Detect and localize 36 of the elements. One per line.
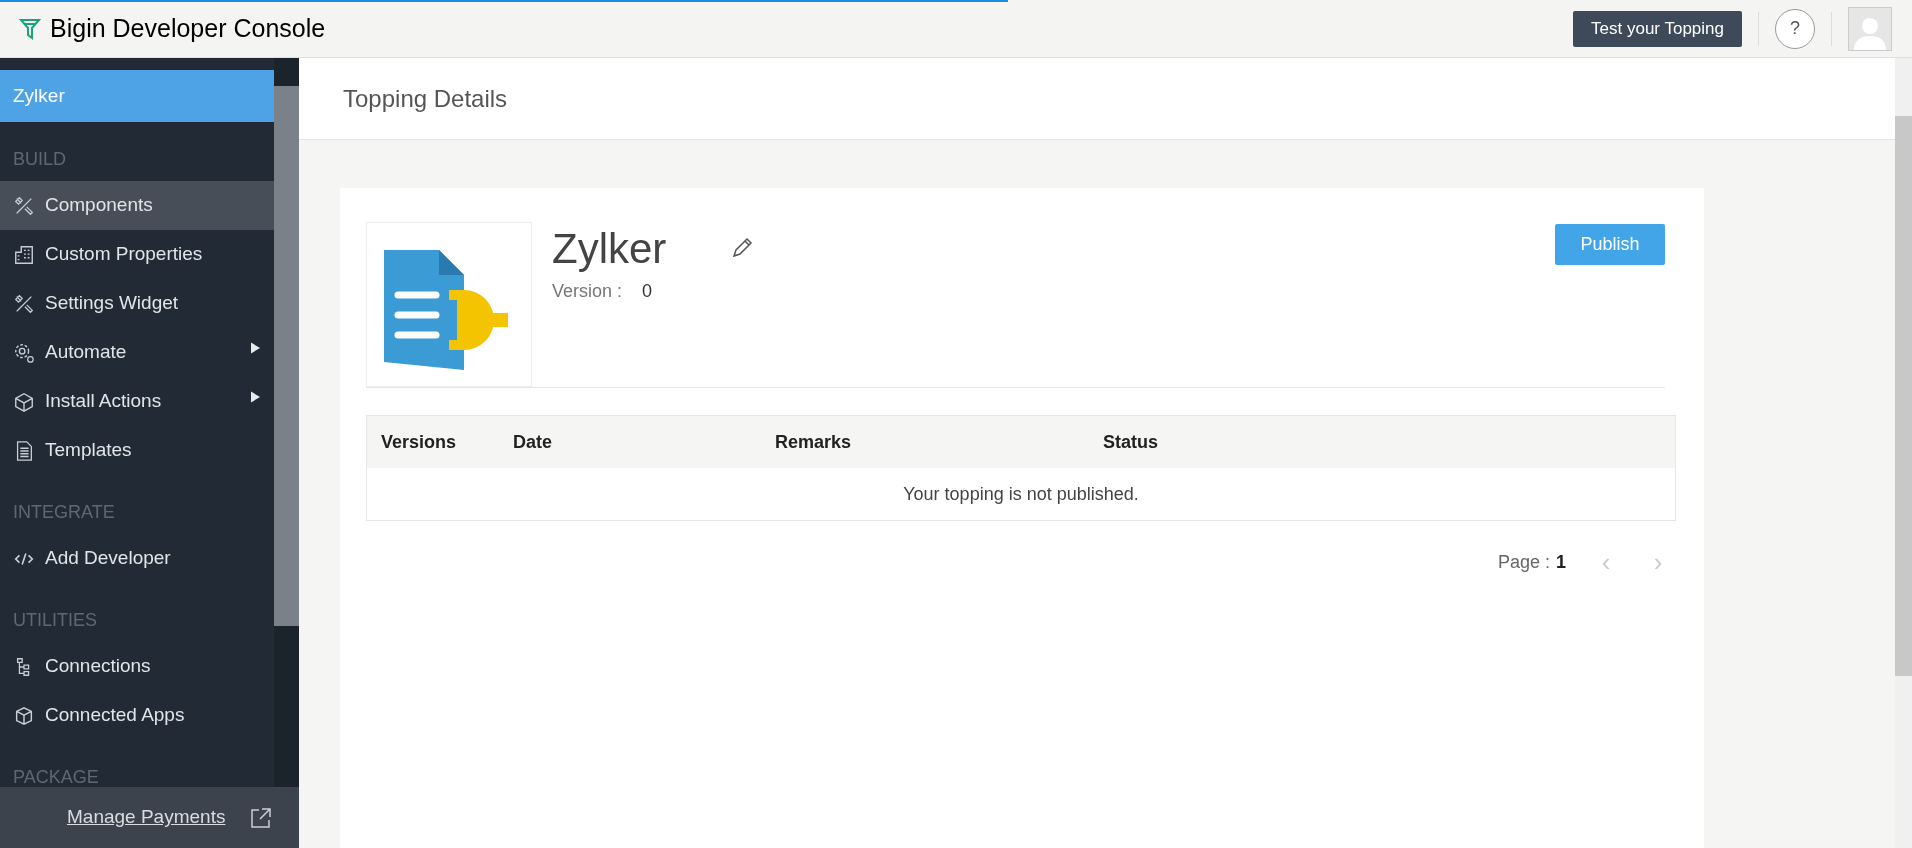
page-number: 1 (1556, 551, 1566, 574)
column-header: Remarks (774, 430, 853, 454)
gears-icon (13, 341, 35, 364)
sidebar-item[interactable]: Templates (0, 426, 274, 475)
empty-message: Your topping is not published. (903, 482, 1139, 506)
sidebar-item[interactable]: Automate (0, 328, 274, 377)
edit-icon[interactable] (730, 236, 754, 260)
sidebar-item[interactable]: Settings Widget (0, 279, 274, 328)
sidebar-item[interactable]: Components (0, 181, 274, 230)
page-scrollbar[interactable] (1895, 58, 1912, 848)
column-header: Status (1102, 430, 1159, 454)
sidebar-item[interactable]: Custom Properties (0, 230, 274, 279)
sidebar-item[interactable]: Connections (0, 642, 274, 691)
page-label: Page : (1497, 551, 1550, 574)
sidebar-item[interactable]: Add Developer (0, 534, 274, 583)
section-heading: PACKAGE (12, 766, 100, 787)
scrollbar[interactable] (274, 58, 299, 787)
box-icon (13, 390, 35, 413)
test-topping-button[interactable]: Test your Topping (1573, 10, 1742, 47)
column-header: Date (512, 430, 553, 454)
logo-icon (18, 16, 42, 41)
version-label: Version : (552, 280, 623, 303)
sidebar-item[interactable]: Install Actions (0, 377, 274, 426)
section-heading: BUILD (12, 148, 67, 171)
building-icon (13, 243, 35, 266)
version-value: 0 (642, 280, 653, 303)
app-title: Bigin Developer Console (50, 12, 326, 44)
section-heading: UTILITIES (12, 609, 98, 632)
topping-name: Zylker (552, 224, 668, 274)
help-button[interactable]: ? (1775, 8, 1815, 49)
sidebar-item[interactable]: Connected Apps (0, 691, 274, 740)
column-header: Versions (380, 430, 458, 454)
page-title: Topping Details (343, 83, 508, 114)
cube-icon (13, 704, 35, 727)
section-heading: INTEGRATE (12, 501, 116, 524)
external-link-icon[interactable] (249, 805, 274, 830)
